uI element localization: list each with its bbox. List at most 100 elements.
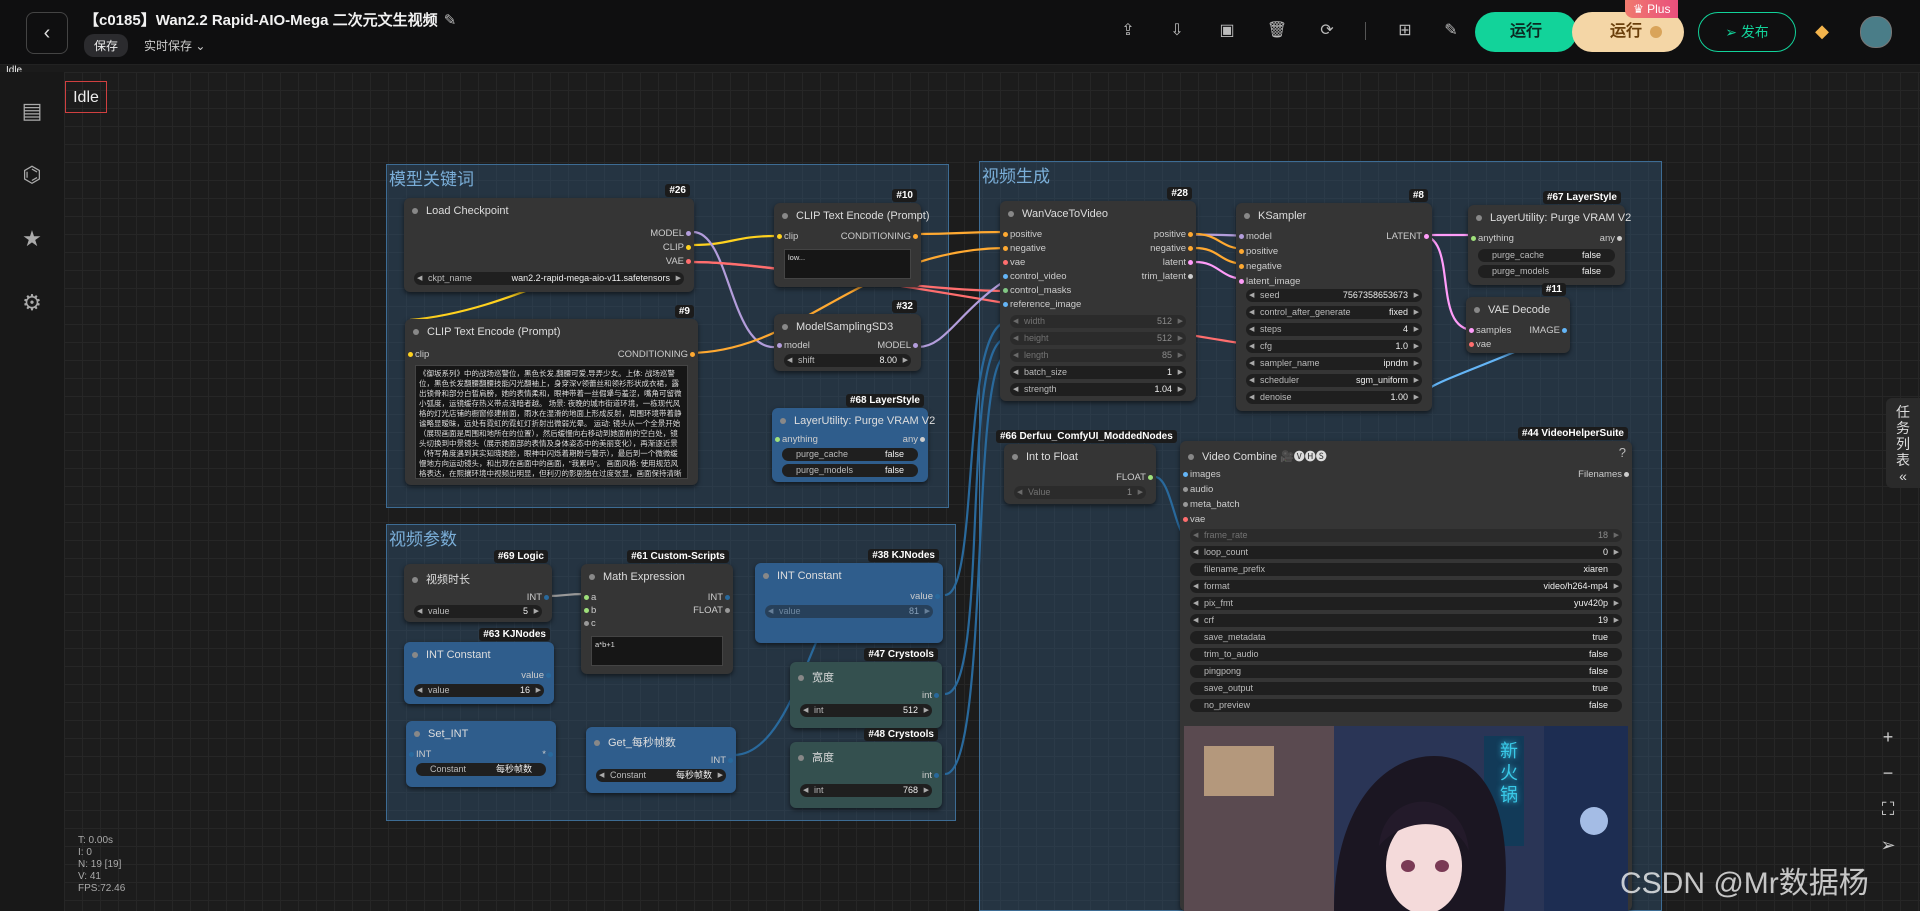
node-purge-vram-68[interactable]: #68 LayerStyle LayerUtility: Purge VRAM …	[772, 394, 935, 482]
input-slot[interactable]: control_masks	[1002, 285, 1071, 296]
ckpt-name-widget[interactable]: ckpt_namewan2.2-rapid-mega-aio-v11.safet…	[414, 272, 684, 285]
output-slot[interactable]: INT	[527, 592, 550, 603]
height-widget[interactable]: height512	[1010, 332, 1186, 345]
star-icon[interactable]: ★	[19, 226, 45, 252]
input-slot[interactable]: anything	[1471, 233, 1514, 244]
run-button[interactable]: 运行	[1475, 12, 1577, 52]
format-widget[interactable]: formatvideo/h264-mp4	[1190, 580, 1622, 593]
input-slot[interactable]: a	[583, 592, 596, 603]
input-slot[interactable]: negative	[1003, 243, 1046, 254]
trash-icon[interactable]: 🗑	[1266, 20, 1288, 42]
node-int-constant-38[interactable]: #38 KJNodes INT Constant value value81	[755, 549, 943, 643]
input-slot[interactable]: positive	[1238, 246, 1278, 257]
filename-prefix-field[interactable]: filename_prefix xiaren	[1190, 563, 1622, 576]
input-slot[interactable]: latent_image	[1238, 276, 1300, 287]
send-icon[interactable]: ➢	[1868, 830, 1908, 860]
value-widget[interactable]: Value1	[1014, 486, 1146, 499]
vip-diamond-icon[interactable]: ◆	[1812, 21, 1832, 41]
node-clip-text-encode-negative[interactable]: #10 CLIP Text Encode (Prompt) clip CONDI…	[774, 189, 930, 287]
output-slot[interactable]: latent	[1163, 257, 1194, 268]
toggle-save-output[interactable]: save_output true	[1190, 682, 1622, 695]
toggle-purge-cache[interactable]: purge_cache false	[1478, 249, 1615, 262]
prompt-textarea[interactable]: 《御坂系列》中的战场巡警位，黑色长发,翻腰可爱,导弄少女。上体: 战场巡警位，黑…	[415, 365, 688, 479]
output-slot[interactable]: FLOAT	[693, 605, 730, 616]
output-slot[interactable]: CONDITIONING	[618, 349, 696, 360]
zoom-in-button[interactable]: +	[1868, 722, 1908, 752]
seed-widget[interactable]: seed7567358653673	[1246, 289, 1422, 302]
node-ksampler[interactable]: #8 KSampler model positive negative late…	[1236, 189, 1432, 411]
input-slot[interactable]: model	[777, 340, 810, 351]
output-slot[interactable]: *	[542, 749, 553, 760]
length-widget[interactable]: length85	[1010, 349, 1186, 362]
output-slot[interactable]: int	[922, 690, 940, 701]
node-int-to-float[interactable]: #66 Derfuu_ComfyUI_ModdedNodes Int to Fl…	[996, 430, 1177, 504]
output-slot[interactable]: INT	[708, 592, 731, 603]
node-set-int[interactable]: Set_INT INT * Constant 每秒帧数	[406, 721, 556, 787]
refresh-icon[interactable]: ⟳	[1316, 20, 1338, 42]
input-slot[interactable]: vae	[1002, 257, 1025, 268]
node-int-constant-63[interactable]: #63 KJNodes INT Constant value value16	[404, 628, 554, 704]
input-slot[interactable]: reference_image	[1002, 299, 1081, 310]
input-slot[interactable]: INT	[408, 749, 431, 760]
back-button[interactable]: ‹	[26, 12, 68, 54]
node-vae-decode[interactable]: #11 VAE Decode samples vae IMAGE	[1466, 283, 1570, 353]
input-slot[interactable]: clip	[407, 349, 429, 360]
input-slot[interactable]: audio	[1182, 484, 1213, 495]
output-slot[interactable]: CLIP	[663, 242, 692, 253]
toggle-no-preview[interactable]: no_preview false	[1190, 699, 1622, 712]
output-slot[interactable]: any	[1600, 233, 1623, 244]
node-video-duration[interactable]: #69 Logic 视频时长 INT value5	[404, 550, 552, 622]
toggle-pingpong[interactable]: pingpong false	[1190, 665, 1622, 678]
value-widget[interactable]: value81	[765, 605, 933, 618]
strength-widget[interactable]: strength1.04	[1010, 383, 1186, 396]
frame-rate-widget[interactable]: frame_rate18	[1190, 529, 1622, 542]
save-button[interactable]: 保存	[84, 34, 129, 57]
constant-widget[interactable]: Constant每秒帧数	[416, 763, 546, 776]
input-slot[interactable]: clip	[776, 231, 798, 242]
edit-box-icon[interactable]: ✎	[1440, 20, 1462, 42]
hierarchy-icon[interactable]: ⌬	[19, 162, 45, 188]
input-slot[interactable]: samples	[1468, 325, 1511, 336]
download-icon[interactable]: ⇩	[1166, 20, 1188, 42]
int-widget[interactable]: int512	[800, 704, 932, 717]
input-slot[interactable]: vae	[1182, 514, 1205, 525]
output-slot[interactable]: int	[922, 770, 940, 781]
output-slot[interactable]: IMAGE	[1529, 325, 1567, 336]
output-slot[interactable]: trim_latent	[1142, 271, 1194, 282]
scheduler-widget[interactable]: schedulersgm_uniform	[1246, 374, 1422, 387]
output-slot[interactable]: CONDITIONING	[841, 231, 919, 242]
toggle-trim-to-audio[interactable]: trim_to_audio false	[1190, 648, 1622, 661]
loop-count-widget[interactable]: loop_count0	[1190, 546, 1622, 559]
zoom-out-button[interactable]: −	[1868, 758, 1908, 788]
node-clip-text-encode-positive[interactable]: #9 CLIP Text Encode (Prompt) clip CONDIT…	[405, 305, 698, 485]
constant-widget[interactable]: Constant每秒帧数	[596, 769, 726, 782]
output-slot[interactable]: value	[521, 670, 551, 681]
output-slot[interactable]: MODEL	[877, 340, 918, 351]
value-widget[interactable]: value16	[414, 684, 544, 697]
shift-widget[interactable]: shift8.00	[784, 354, 911, 367]
input-slot[interactable]: control_video	[1003, 271, 1067, 282]
toggle-save-metadata[interactable]: save_metadata true	[1190, 631, 1622, 644]
node-load-checkpoint[interactable]: #26 Load Checkpoint MODEL CLIP VAE ckpt_…	[404, 184, 694, 292]
avatar[interactable]	[1860, 16, 1892, 48]
output-slot[interactable]: FLOAT	[1116, 472, 1153, 483]
batch-size-widget[interactable]: batch_size1	[1010, 366, 1186, 379]
output-slot[interactable]: MODEL	[650, 228, 691, 239]
image-icon[interactable]: ▣	[1216, 20, 1238, 42]
output-slot[interactable]: VAE	[666, 256, 692, 267]
denoise-widget[interactable]: denoise1.00	[1246, 391, 1422, 404]
autosave-dropdown[interactable]: 实时保存 ⌄	[144, 37, 205, 54]
input-slot[interactable]: anything	[775, 434, 818, 445]
cfg-widget[interactable]: cfg1.0	[1246, 340, 1422, 353]
node-math-expression[interactable]: #61 Custom-Scripts Math Expression a b c…	[581, 550, 733, 674]
grid-icon[interactable]: ⊞	[1394, 20, 1416, 42]
input-slot[interactable]: images	[1183, 469, 1221, 480]
pencil-icon[interactable]: ✎	[444, 12, 457, 29]
queue-panel-toggle[interactable]: 任务列表 «	[1886, 398, 1920, 488]
input-slot[interactable]: positive	[1002, 229, 1042, 240]
node-get-fps[interactable]: Get_每秒帧数 INT Constant每秒帧数	[586, 727, 736, 793]
sampler-name-widget[interactable]: sampler_nameipndm	[1246, 357, 1422, 370]
input-slot[interactable]: c	[584, 618, 596, 629]
document-icon[interactable]: ▤	[19, 98, 45, 124]
node-height[interactable]: #48 Crystools 高度 int int768	[790, 728, 942, 808]
